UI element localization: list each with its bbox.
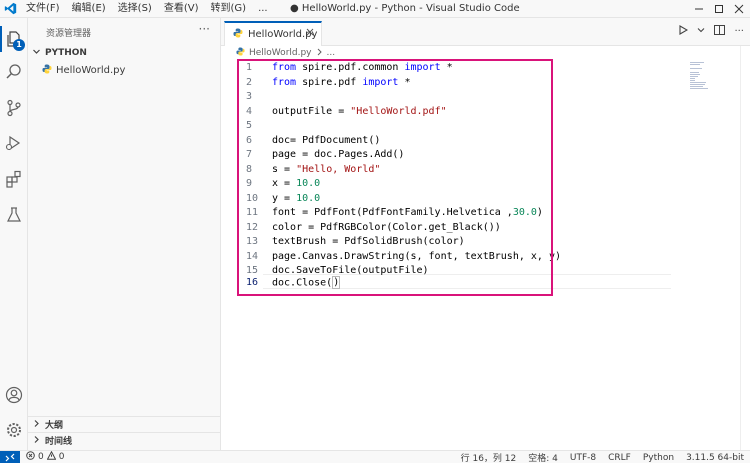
code-highlight-box <box>237 59 553 296</box>
python-interpreter[interactable]: 3.11.5 64-bit <box>686 453 744 463</box>
minimap[interactable] <box>690 62 708 92</box>
breadcrumb-file[interactable]: HelloWorld.py <box>249 48 312 58</box>
chevron-down-icon <box>32 47 41 59</box>
file-encoding[interactable]: UTF-8 <box>570 453 596 463</box>
split-editor-icon[interactable] <box>714 25 726 38</box>
language-mode[interactable]: Python <box>643 453 674 463</box>
warning-count: 0 <box>58 452 65 462</box>
settings-gear-icon[interactable] <box>3 419 25 441</box>
breadcrumb: HelloWorld.py ... <box>236 46 335 60</box>
vertical-scrollbar[interactable] <box>740 46 749 450</box>
problems-indicator[interactable]: 0 0 <box>20 450 65 463</box>
editor-tab-bar: HelloWorld.py ··· <box>221 18 750 46</box>
error-count: 0 <box>38 452 44 462</box>
extensions-icon[interactable] <box>3 168 25 190</box>
file-item-label: HelloWorld.py <box>56 65 126 76</box>
run-debug-icon[interactable] <box>3 132 25 154</box>
editor-actions: ··· <box>678 25 744 38</box>
outline-label: 大纲 <box>45 421 64 431</box>
sidebar-more-actions[interactable]: ··· <box>199 22 210 36</box>
explorer-badge: 1 <box>13 39 25 51</box>
menu-go[interactable]: 转到(G) <box>205 0 253 18</box>
title-bar: 文件(F) 编辑(E) 选择(S) 查看(V) 转到(G) ... ● Hell… <box>0 0 750 18</box>
testing-flask-icon[interactable] <box>3 204 25 226</box>
window-title: ● HelloWorld.py - Python - Visual Studio… <box>290 3 520 14</box>
menu-more[interactable]: ... <box>252 0 274 18</box>
python-file-icon <box>233 28 243 41</box>
timeline-section[interactable]: 时间线 <box>28 432 221 448</box>
sidebar-title: 资源管理器 <box>46 29 92 39</box>
close-icon[interactable] <box>734 4 744 14</box>
minimize-icon[interactable] <box>694 4 704 14</box>
search-icon[interactable] <box>3 61 25 83</box>
chevron-right-icon <box>32 435 41 447</box>
run-options-chevron-icon[interactable] <box>697 26 705 37</box>
outline-section[interactable]: 大纲 <box>28 416 221 432</box>
menu-view[interactable]: 查看(V) <box>158 0 205 18</box>
chevron-right-icon <box>32 419 41 431</box>
vscode-logo-icon[interactable] <box>0 0 20 18</box>
explorer-sidebar: 资源管理器 ··· PYTHON HelloWorld.py 大纲 时间线 <box>28 18 221 450</box>
indentation[interactable]: 空格: 4 <box>528 451 558 463</box>
end-of-line[interactable]: CRLF <box>608 453 631 463</box>
status-bar: 0 0 行 16，列 12 空格: 4 UTF-8 CRLF Python 3.… <box>0 450 750 463</box>
workspace-folder-name: PYTHON <box>45 48 87 58</box>
timeline-label: 时间线 <box>45 437 73 447</box>
editor-more-actions[interactable]: ··· <box>734 26 744 37</box>
activity-bar: 1 <box>0 18 28 450</box>
breadcrumb-symbols[interactable]: ... <box>327 48 336 58</box>
maximize-icon[interactable] <box>714 4 724 14</box>
account-icon[interactable] <box>3 384 25 406</box>
menu-selection[interactable]: 选择(S) <box>112 0 158 18</box>
window-controls <box>694 0 744 18</box>
python-file-icon <box>236 47 245 59</box>
menu-edit[interactable]: 编辑(E) <box>66 0 112 18</box>
python-file-icon <box>42 64 52 77</box>
cursor-position[interactable]: 行 16，列 12 <box>461 451 517 463</box>
source-control-icon[interactable] <box>3 97 25 119</box>
file-item-helloworld[interactable]: HelloWorld.py <box>42 64 125 77</box>
workspace-folder-header[interactable]: PYTHON <box>32 47 87 59</box>
menu-file[interactable]: 文件(F) <box>20 0 66 18</box>
error-icon <box>26 451 35 463</box>
remote-indicator-icon[interactable] <box>0 450 20 463</box>
warning-icon <box>46 450 57 463</box>
tab-close-icon[interactable] <box>306 28 314 39</box>
status-right-items: 行 16，列 12 空格: 4 UTF-8 CRLF Python 3.11.5… <box>461 451 744 463</box>
menu-bar: 文件(F) 编辑(E) 选择(S) 查看(V) 转到(G) ... <box>20 0 274 18</box>
tab-helloworld[interactable]: HelloWorld.py <box>224 21 322 46</box>
run-python-file-icon[interactable] <box>678 25 689 38</box>
active-indicator <box>0 26 2 52</box>
chevron-right-icon <box>316 48 323 59</box>
